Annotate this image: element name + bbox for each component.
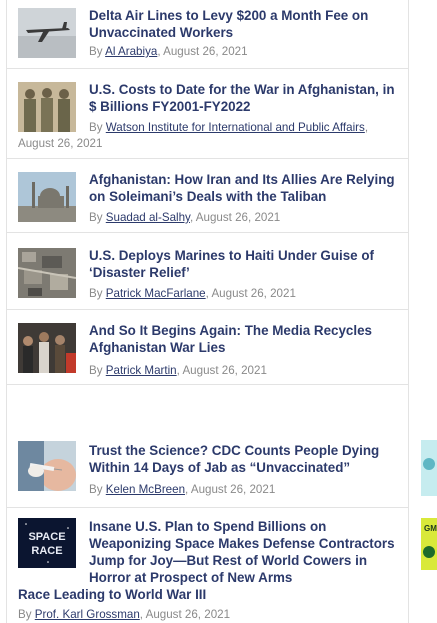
- list-item: U.S. Costs to Date for the War in Afghan…: [7, 69, 408, 159]
- article-title-link[interactable]: Delta Air Lines to Levy $200 a Month Fee…: [89, 7, 402, 41]
- article-date: , August 26, 2021: [176, 364, 267, 377]
- article-title-link[interactable]: Trust the Science? CDC Counts People Dyi…: [89, 442, 402, 476]
- article-date: , August 26, 2021: [139, 608, 231, 621]
- ad-graphic: [423, 458, 435, 470]
- list-item: U.S. Deploys Marines to Haiti Under Guis…: [7, 233, 408, 310]
- by-label: By: [89, 45, 106, 58]
- list-item: SPACE RACE Insane U.S. Plan to Spend Bil…: [7, 508, 408, 623]
- article-date: , August 26, 2021: [205, 287, 296, 300]
- article-title-continuation[interactable]: Race Leading to World War III: [18, 586, 402, 603]
- by-label: By: [89, 483, 106, 496]
- author-link[interactable]: Al Arabiya: [105, 45, 157, 58]
- article-byline: By Patrick Martin, August 26, 2021: [89, 363, 402, 379]
- by-label: By: [89, 287, 106, 300]
- by-label: By: [89, 211, 106, 224]
- article-date: , August 26, 2021: [189, 211, 281, 224]
- author-link[interactable]: Kelen McBreen: [106, 483, 185, 496]
- by-label: By: [18, 608, 35, 621]
- aerial-rubble-thumbnail[interactable]: [18, 248, 76, 298]
- list-item: Afghanistan: How Iran and Its Allies Are…: [7, 159, 408, 233]
- article-byline: By Kelen McBreen, August 26, 2021: [89, 482, 402, 498]
- article-byline: By Prof. Karl Grossman, August 26, 2021: [18, 607, 402, 623]
- space-race-thumbnail[interactable]: SPACE RACE: [18, 518, 76, 568]
- article-title-link[interactable]: Insane U.S. Plan to Spend Billions on We…: [89, 518, 402, 586]
- list-item: Trust the Science? CDC Counts People Dyi…: [7, 430, 408, 508]
- article-byline: By Patrick MacFarlane, August 26, 2021: [89, 286, 402, 302]
- article-byline: By Watson Institute for International an…: [18, 120, 402, 152]
- article-title-link[interactable]: And So It Begins Again: The Media Recycl…: [89, 322, 402, 356]
- vaccine-thumbnail[interactable]: [18, 441, 76, 491]
- article-title-link[interactable]: U.S. Deploys Marines to Haiti Under Guis…: [89, 247, 402, 281]
- by-label: By: [89, 121, 106, 134]
- crowd-thumbnail[interactable]: [18, 323, 76, 373]
- article-byline: By Suadad al-Salhy, August 26, 2021: [89, 210, 402, 226]
- list-item: Delta Air Lines to Levy $200 a Month Fee…: [7, 0, 408, 69]
- sidebar-ad-1[interactable]: [421, 440, 437, 496]
- airplane-thumbnail[interactable]: [18, 8, 76, 58]
- sidebar-ad-2[interactable]: GM: [421, 518, 437, 570]
- author-link[interactable]: Prof. Karl Grossman: [35, 608, 140, 621]
- ad-graphic: [423, 546, 435, 558]
- author-link[interactable]: Suadad al-Salhy: [106, 211, 190, 224]
- list-item: And So It Begins Again: The Media Recycl…: [7, 310, 408, 385]
- author-link[interactable]: Patrick MacFarlane: [106, 287, 206, 300]
- article-title-link[interactable]: U.S. Costs to Date for the War in Afghan…: [89, 81, 402, 115]
- article-date: , August 26, 2021: [185, 483, 276, 496]
- article-byline: By Al Arabiya, August 26, 2021: [89, 44, 402, 60]
- mosque-thumbnail[interactable]: [18, 172, 76, 222]
- ad-text: GM: [424, 524, 437, 533]
- by-label: By: [89, 364, 106, 377]
- author-link[interactable]: Watson Institute for International and P…: [106, 121, 365, 134]
- article-list: Delta Air Lines to Levy $200 a Month Fee…: [6, 0, 409, 623]
- article-date: , August 26, 2021: [157, 45, 248, 58]
- thumb-text-race: RACE: [31, 545, 62, 557]
- thumb-text-space: SPACE: [28, 531, 65, 543]
- article-title-link[interactable]: Afghanistan: How Iran and Its Allies Are…: [89, 171, 402, 205]
- author-link[interactable]: Patrick Martin: [106, 364, 177, 377]
